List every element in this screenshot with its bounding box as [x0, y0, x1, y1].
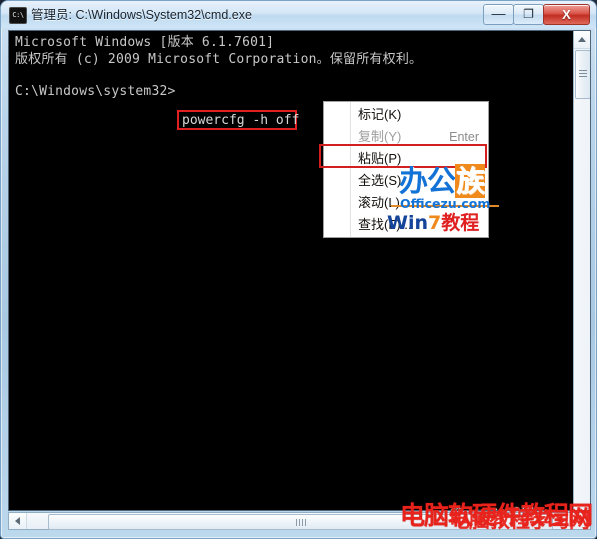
- close-icon: X: [562, 7, 571, 22]
- console-line: Microsoft Windows [版本 6.1.7601]: [15, 35, 275, 50]
- console-line: 版权所有 (c) 2009 Microsoft Corporation。保留所有…: [15, 52, 423, 67]
- minimize-button[interactable]: —: [483, 4, 514, 25]
- vertical-scrollbar[interactable]: [573, 31, 590, 510]
- chevron-left-icon: [15, 517, 20, 525]
- menu-item-mark[interactable]: 标记(K): [325, 104, 488, 126]
- menu-item-label: 标记(K): [358, 107, 402, 122]
- menu-item-find[interactable]: 查找(F)...: [325, 214, 488, 236]
- chevron-up-icon: [578, 37, 586, 42]
- context-menu[interactable]: 标记(K) 复制(Y) Enter 粘贴(P) 全选(S) 滚动(L) 查找(F…: [323, 101, 489, 238]
- close-button[interactable]: X: [543, 4, 590, 25]
- vertical-scrollbar-thumb[interactable]: [575, 50, 590, 99]
- grip-icon: [579, 70, 587, 71]
- grip-icon: [295, 519, 297, 526]
- menu-item-scroll[interactable]: 滚动(L): [325, 192, 488, 214]
- maximize-icon: ❐: [523, 7, 534, 21]
- console-command: powercfg -h off: [182, 113, 300, 128]
- menu-item-label: 查找(F)...: [358, 217, 412, 232]
- horizontal-scrollbar[interactable]: [8, 512, 591, 530]
- console-watermark: officezu.com: [438, 500, 535, 510]
- paste-highlight-box: [319, 144, 487, 168]
- menu-item-label: 全选(S): [358, 173, 402, 188]
- maximize-button[interactable]: ❐: [513, 4, 544, 25]
- scroll-up-button[interactable]: [574, 31, 590, 49]
- window-title: 管理员: C:\Windows\System32\cmd.exe: [31, 8, 252, 22]
- menu-item-select-all[interactable]: 全选(S): [325, 170, 488, 192]
- console-prompt: C:\Windows\system32>: [15, 84, 176, 99]
- console-client-area: Microsoft Windows [版本 6.1.7601] 版权所有 (c)…: [8, 30, 591, 511]
- cmd-window: C:\ 管理员: C:\Windows\System32\cmd.exe — ❐…: [0, 0, 597, 539]
- title-bar[interactable]: C:\ 管理员: C:\Windows\System32\cmd.exe — ❐…: [1, 1, 596, 28]
- horizontal-scrollbar-thumb[interactable]: [48, 514, 553, 530]
- cmd-icon[interactable]: C:\: [9, 7, 27, 24]
- desktop-background: C:\ 管理员: C:\Windows\System32\cmd.exe — ❐…: [0, 0, 597, 539]
- minimize-icon: —: [491, 5, 506, 21]
- menu-item-label: 滚动(L): [358, 195, 400, 210]
- scroll-left-button[interactable]: [9, 513, 27, 529]
